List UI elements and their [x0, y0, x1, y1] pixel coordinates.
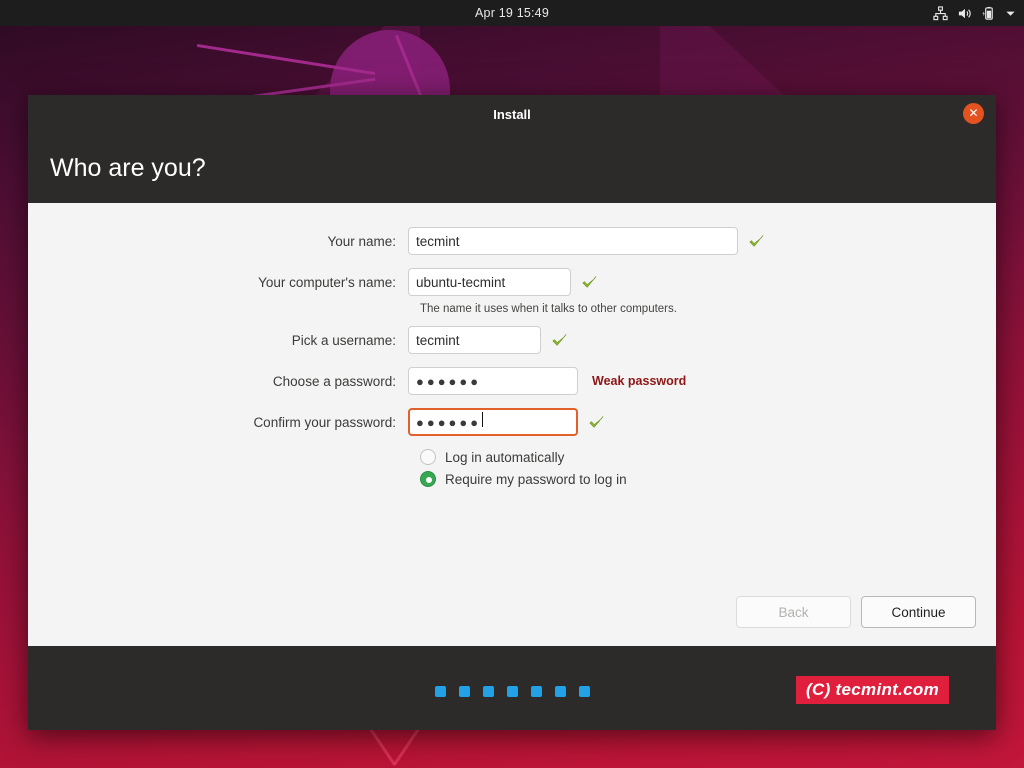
wallpaper-chevron-right: [393, 725, 422, 765]
radio-label-require-password: Require my password to log in: [445, 471, 627, 487]
wallpaper-chevron-left: [368, 726, 397, 767]
text-cursor: [482, 411, 484, 427]
radio-login-automatically[interactable]: Log in automatically: [408, 449, 996, 465]
page-header: Who are you?: [28, 133, 996, 203]
field-row-name: Your name:: [28, 227, 996, 255]
progress-dot: [434, 686, 446, 697]
password-strength-text: Weak password: [592, 374, 687, 388]
clock[interactable]: Apr 19 15:49: [0, 6, 1024, 20]
label-computer-name: Your computer's name:: [258, 274, 396, 290]
radio-button-unselected[interactable]: [420, 449, 436, 465]
valid-check-icon: [748, 233, 765, 250]
install-window: Install ✕ Who are you? Your name: Your c…: [28, 95, 996, 730]
computer-name-input[interactable]: [408, 268, 571, 296]
field-row-confirm-password: Confirm your password: ●●●●●●: [28, 408, 996, 436]
label-your-name: Your name:: [327, 233, 396, 249]
page-title: Who are you?: [50, 153, 206, 182]
watermark-badge: (C) tecmint.com: [796, 676, 949, 704]
password-input[interactable]: ●●●●●●: [408, 367, 578, 395]
back-button[interactable]: Back: [736, 596, 851, 628]
volume-icon[interactable]: [957, 6, 972, 21]
user-setup-form: Your name: Your computer's name:: [28, 203, 996, 646]
close-icon[interactable]: ✕: [963, 103, 984, 124]
label-confirm-password: Confirm your password:: [253, 414, 396, 430]
window-title: Install: [493, 106, 531, 122]
progress-dot: [482, 686, 494, 697]
radio-label-login-automatically: Log in automatically: [445, 449, 565, 465]
field-row-hostname: Your computer's name:: [28, 268, 996, 296]
top-panel: Apr 19 15:49: [0, 0, 1024, 26]
label-password: Choose a password:: [272, 373, 396, 389]
continue-button[interactable]: Continue: [861, 596, 976, 628]
valid-check-icon: [551, 332, 568, 349]
label-username: Pick a username:: [291, 332, 396, 348]
system-tray: [933, 0, 1016, 26]
valid-check-icon: [588, 414, 605, 431]
wallpaper-band-upper: [196, 43, 376, 76]
hostname-hint-text: The name it uses when it talks to other …: [420, 303, 677, 315]
progress-dot: [554, 686, 566, 697]
network-icon[interactable]: [933, 5, 948, 21]
battery-icon[interactable]: [981, 6, 996, 21]
valid-check-icon: [581, 274, 598, 291]
progress-dot: [530, 686, 542, 697]
username-input[interactable]: [408, 326, 541, 354]
confirm-password-input[interactable]: ●●●●●●: [408, 408, 578, 436]
window-titlebar: Install ✕: [28, 95, 996, 133]
field-row-username: Pick a username:: [28, 326, 996, 354]
window-footer: (C) tecmint.com: [28, 646, 996, 730]
chevron-down-icon[interactable]: [1005, 8, 1016, 19]
radio-require-password[interactable]: Require my password to log in: [408, 471, 996, 487]
desktop-background: Apr 19 15:49 Install ✕ Who are you? Your…: [0, 0, 1024, 768]
progress-dot: [458, 686, 470, 697]
dialog-button-row: Back Continue: [736, 596, 976, 628]
progress-dot: [506, 686, 518, 697]
radio-button-selected[interactable]: [420, 471, 436, 487]
password-mask: ●●●●●●: [416, 373, 482, 389]
your-name-input[interactable]: [408, 227, 738, 255]
field-row-password: Choose a password: ●●●●●● Weak password: [28, 367, 996, 395]
confirm-password-mask: ●●●●●●: [416, 414, 482, 430]
progress-dot: [578, 686, 590, 697]
